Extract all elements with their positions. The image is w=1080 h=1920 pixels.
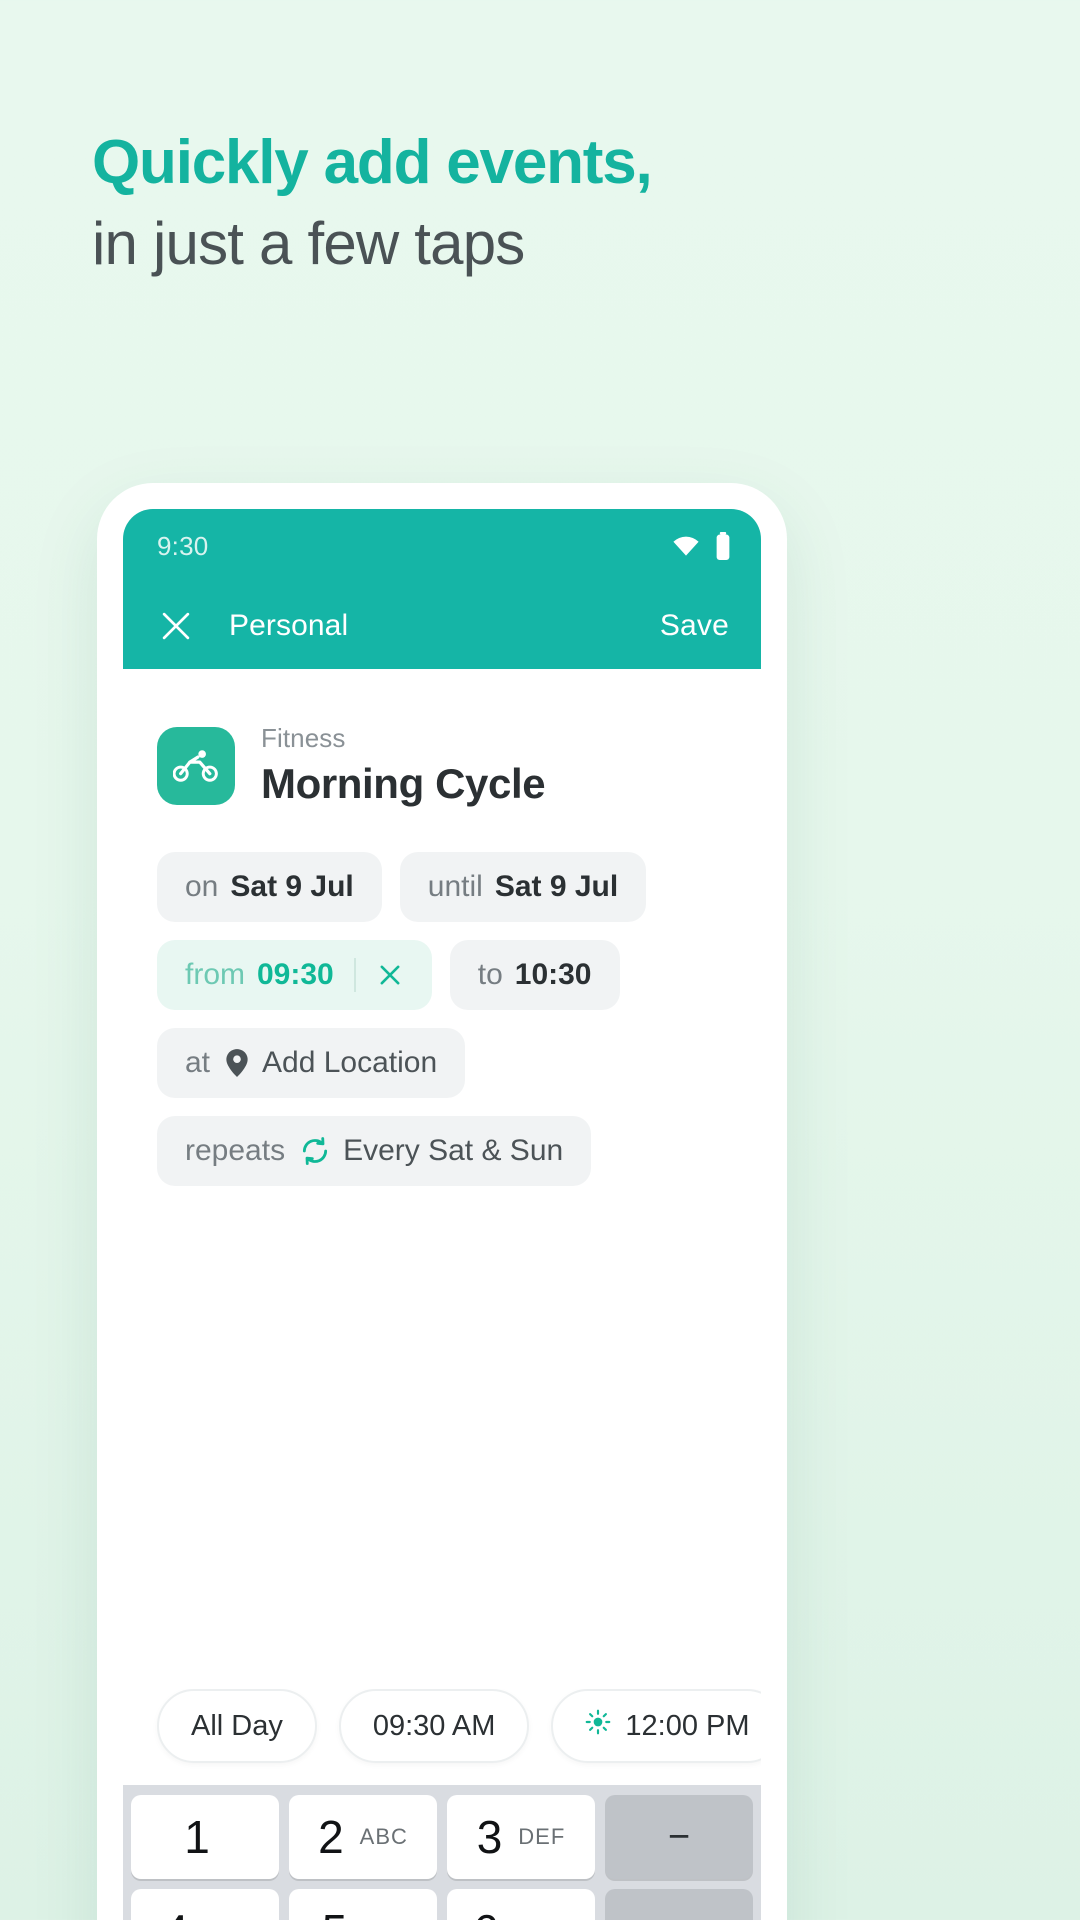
status-icons — [671, 532, 731, 560]
keyboard-row: 4 GHI 5 JKL 6 MNO — [131, 1889, 753, 1920]
battery-icon — [715, 532, 731, 560]
key-1[interactable]: 1 — [131, 1795, 279, 1879]
chip-row-repeats: repeats Every Sat & Sun — [157, 1116, 761, 1186]
status-bar: 9:30 — [123, 509, 761, 583]
key-4[interactable]: 4 GHI — [131, 1889, 279, 1920]
key-extra[interactable] — [605, 1889, 753, 1920]
chip-to-label: to — [477, 958, 503, 991]
save-button[interactable]: Save — [660, 609, 729, 643]
repeat-icon — [299, 1135, 331, 1167]
key-5-digit: 5 — [322, 1904, 348, 1920]
chip-from[interactable]: from 09:30 — [157, 940, 432, 1010]
key-3-letters: DEF — [518, 1824, 566, 1849]
chip-to-value: 10:30 — [514, 958, 592, 991]
key-5[interactable]: 5 JKL — [289, 1889, 437, 1920]
chip-repeats[interactable]: repeats Every Sat & Sun — [157, 1116, 592, 1186]
event-category: Fitness — [261, 723, 346, 753]
numeric-keyboard: 1 2 ABC 3 DEF − 4 GHI — [123, 1785, 761, 1920]
chip-row-dates: on Sat 9 Jul until Sat 9 Jul — [157, 852, 761, 922]
headline: Quickly add events, — [92, 128, 653, 197]
key-3-digit: 3 — [476, 1811, 503, 1863]
key-6[interactable]: 6 MNO — [447, 1889, 595, 1920]
status-time: 9:30 — [157, 530, 209, 561]
chip-at-label: at — [185, 1046, 211, 1079]
phone-mockup: 9:30 Personal Save Fitness Morning Cycle… — [97, 483, 787, 1920]
suggestion-all-day-label: All Day — [191, 1709, 283, 1742]
key-3[interactable]: 3 DEF — [447, 1795, 595, 1879]
key-4-digit: 4 — [163, 1904, 189, 1920]
event-form: Fitness Morning Cycle on Sat 9 Jul until… — [123, 669, 761, 1785]
suggestion-0930[interactable]: 09:30 AM — [338, 1689, 530, 1763]
chip-row-location: at Add Location — [157, 1028, 761, 1098]
close-icon[interactable] — [157, 607, 195, 645]
chip-on-label: on — [185, 870, 219, 903]
chip-repeats-value: Every Sat & Sun — [343, 1134, 564, 1167]
event-title[interactable]: Morning Cycle — [261, 760, 546, 808]
chip-on[interactable]: on Sat 9 Jul — [157, 852, 382, 922]
subheadline: in just a few taps — [92, 210, 525, 278]
suggestion-all-day[interactable]: All Day — [157, 1689, 317, 1763]
chip-row-times: from 09:30 to 10:30 — [157, 940, 761, 1010]
key-2-digit: 2 — [318, 1811, 344, 1863]
app-header: 9:30 Personal Save — [123, 509, 761, 669]
cycling-icon — [157, 726, 235, 805]
chip-location-value: Add Location — [262, 1046, 438, 1079]
wifi-icon — [671, 534, 701, 558]
key-2[interactable]: 2 ABC — [289, 1795, 437, 1879]
chip-from-value: 09:30 — [257, 958, 334, 991]
suggestion-noon-label: 12:00 PM — [625, 1709, 750, 1742]
keyboard-row: 1 2 ABC 3 DEF − — [131, 1795, 753, 1879]
chip-divider — [353, 958, 356, 992]
suggestion-0930-label: 09:30 AM — [372, 1709, 496, 1742]
chip-repeats-label: repeats — [185, 1134, 286, 1167]
app-bar: Personal Save — [123, 583, 761, 669]
hero-copy: Quickly add events, in just a few taps — [92, 126, 992, 283]
phone-screen: 9:30 Personal Save Fitness Morning Cycle… — [123, 509, 761, 1920]
sun-icon — [585, 1709, 611, 1743]
key-6-digit: 6 — [473, 1904, 499, 1920]
chip-until-label: until — [427, 870, 483, 903]
chip-location[interactable]: at Add Location — [157, 1028, 466, 1098]
event-header: Fitness Morning Cycle — [123, 669, 761, 808]
field-chips: on Sat 9 Jul until Sat 9 Jul from 09:30 — [123, 808, 761, 1186]
key-1-digit: 1 — [184, 1811, 210, 1863]
suggestion-noon[interactable]: 12:00 PM — [551, 1689, 761, 1763]
key-minus[interactable]: − — [605, 1795, 753, 1879]
clear-from-icon[interactable] — [376, 961, 404, 989]
chip-on-value: Sat 9 Jul — [230, 870, 354, 903]
chip-until-value: Sat 9 Jul — [494, 870, 619, 903]
calendar-name: Personal — [229, 609, 349, 642]
chip-until[interactable]: until Sat 9 Jul — [399, 852, 647, 922]
key-minus-glyph: − — [667, 1815, 691, 1858]
suggestion-bar: All Day 09:30 AM 12:00 PM — [123, 1689, 761, 1785]
chip-from-label: from — [185, 958, 245, 991]
key-2-letters: ABC — [359, 1824, 408, 1849]
location-pin-icon — [224, 1048, 250, 1078]
chip-to[interactable]: to 10:30 — [449, 940, 620, 1010]
event-text: Fitness Morning Cycle — [261, 723, 546, 808]
